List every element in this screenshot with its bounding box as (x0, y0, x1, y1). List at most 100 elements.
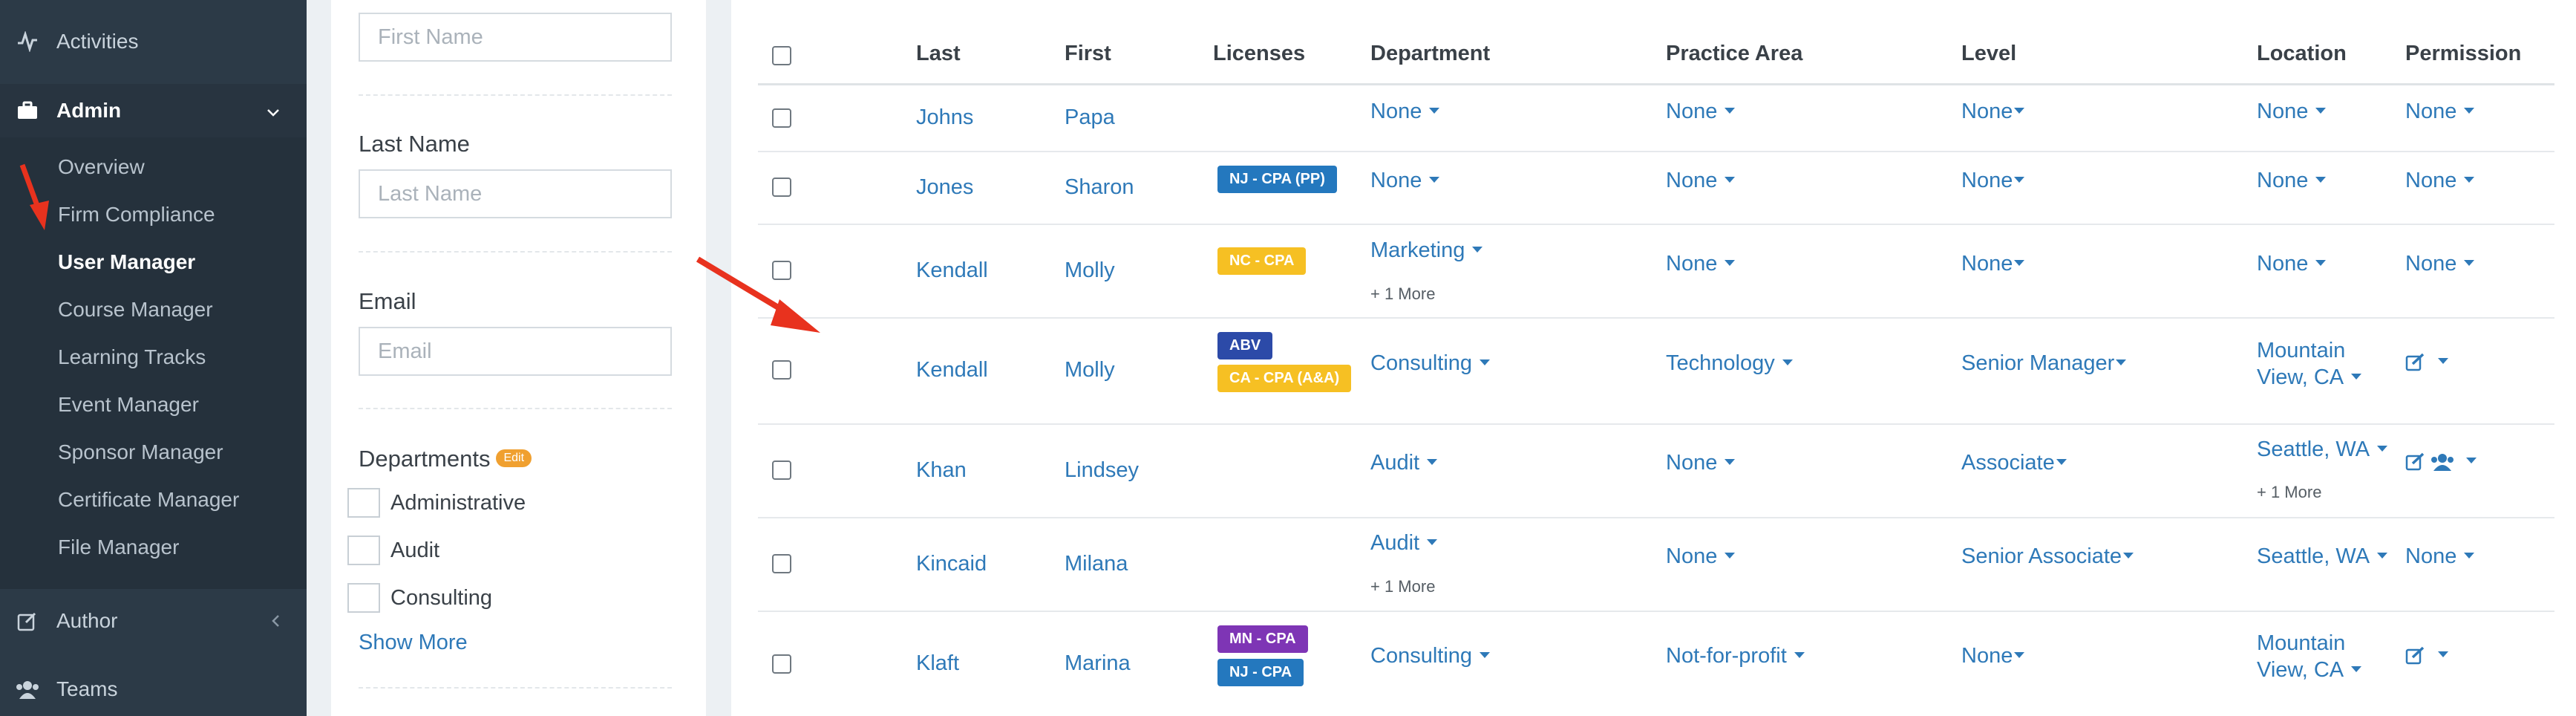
chevron-left-icon[interactable] (271, 609, 280, 633)
practice-area-dropdown[interactable]: None (1666, 252, 1736, 276)
checkbox[interactable] (347, 583, 380, 613)
practice-area-dropdown[interactable]: None (1666, 100, 1736, 124)
department-dropdown[interactable]: Marketing (1370, 238, 1483, 263)
practice-area-value: None (1666, 544, 1718, 568)
location-dropdown[interactable]: None (2257, 100, 2327, 124)
sidebar-item-firm-compliance[interactable]: Firm Compliance (0, 191, 307, 238)
column-header-level[interactable]: Level (1961, 42, 2016, 66)
level-dropdown[interactable]: Associate (1961, 451, 2067, 475)
checkbox[interactable] (347, 488, 380, 518)
practice-area-value: None (1666, 252, 1718, 276)
last-name-cell[interactable]: Khan (916, 458, 967, 483)
sidebar-item-file-manager[interactable]: File Manager (0, 524, 307, 571)
divider (359, 94, 672, 96)
location-dropdown[interactable]: Seattle, WA (2257, 437, 2388, 462)
column-header-location[interactable]: Location (2257, 42, 2347, 66)
sidebar-item-event-manager[interactable]: Event Manager (0, 381, 307, 429)
show-more-link[interactable]: Show More (359, 631, 468, 655)
column-header-licenses[interactable]: Licenses (1213, 42, 1305, 66)
location-dropdown[interactable]: None (2257, 169, 2327, 193)
level-dropdown[interactable]: Senior Associate (1961, 544, 2134, 569)
practice-area-dropdown[interactable]: Not-for-profit (1666, 644, 1805, 668)
level-dropdown[interactable]: None (1961, 644, 2025, 668)
column-header-first[interactable]: First (1065, 42, 1111, 66)
permission-dropdown[interactable] (2405, 353, 2448, 372)
permission-dropdown[interactable] (2405, 452, 2477, 472)
department-more-link[interactable]: + 1 More (1370, 284, 1435, 304)
location-more-link[interactable]: + 1 More (2257, 483, 2321, 502)
level-value: None (1961, 644, 2013, 668)
level-dropdown[interactable]: None (1961, 169, 2025, 193)
first-name-cell[interactable]: Sharon (1065, 175, 1134, 200)
department-checkbox-administrative[interactable]: Administrative (347, 488, 526, 518)
last-name-cell[interactable]: Kendall (916, 358, 988, 383)
sidebar-item-learning-tracks[interactable]: Learning Tracks (0, 333, 307, 381)
sidebar-item-certificate-manager[interactable]: Certificate Manager (0, 476, 307, 524)
column-header-last[interactable]: Last (916, 42, 961, 66)
row-checkbox[interactable] (772, 554, 791, 573)
level-dropdown[interactable]: Senior Manager (1961, 351, 2127, 376)
practice-area-dropdown[interactable]: None (1666, 451, 1736, 475)
sidebar-item-sponsor-manager[interactable]: Sponsor Manager (0, 429, 307, 476)
sidebar-item-user-manager[interactable]: User Manager (0, 238, 307, 286)
location-dropdown[interactable]: Seattle, WA (2257, 544, 2388, 569)
practice-area-dropdown[interactable]: Technology (1666, 351, 1793, 376)
row-checkbox[interactable] (772, 108, 791, 128)
row-checkbox[interactable] (772, 460, 791, 480)
first-name-cell[interactable]: Milana (1065, 552, 1128, 576)
permission-dropdown[interactable]: None (2405, 100, 2475, 124)
permission-dropdown[interactable]: None (2405, 252, 2475, 276)
sidebar-item-admin[interactable]: Admin (0, 84, 307, 137)
department-dropdown[interactable]: Consulting (1370, 644, 1491, 668)
first-name-field[interactable] (359, 13, 672, 62)
caret-down-icon (2351, 374, 2362, 380)
level-dropdown[interactable]: None (1961, 252, 2025, 276)
department-dropdown[interactable]: None (1370, 169, 1440, 193)
chevron-down-icon[interactable] (267, 99, 280, 123)
permission-dropdown[interactable]: None (2405, 169, 2475, 193)
last-name-cell[interactable]: Kincaid (916, 552, 987, 576)
location-dropdown[interactable]: None (2257, 252, 2327, 276)
caret-down-icon (2123, 553, 2134, 559)
sidebar-item-overview[interactable]: Overview (0, 143, 307, 191)
practice-area-dropdown[interactable]: None (1666, 169, 1736, 193)
practice-area-dropdown[interactable]: None (1666, 544, 1736, 569)
column-header-permission[interactable]: Permission (2405, 42, 2521, 66)
row-checkbox[interactable] (772, 654, 791, 674)
permission-dropdown[interactable] (2405, 646, 2448, 665)
row-checkbox[interactable] (772, 261, 791, 280)
sidebar-item-course-manager[interactable]: Course Manager (0, 286, 307, 333)
first-name-cell[interactable]: Papa (1065, 105, 1115, 130)
last-name-cell[interactable]: Klaft (916, 651, 959, 676)
first-name-cell[interactable]: Molly (1065, 258, 1115, 283)
email-field[interactable] (359, 327, 672, 376)
sidebar-item-activities[interactable]: Activities (0, 15, 307, 68)
first-name-cell[interactable]: Lindsey (1065, 458, 1139, 483)
checkbox[interactable] (347, 536, 380, 565)
column-header-practice-area[interactable]: Practice Area (1666, 42, 1802, 66)
first-name-cell[interactable]: Marina (1065, 651, 1131, 676)
department-dropdown[interactable]: Audit (1370, 451, 1438, 475)
last-name-cell[interactable]: Johns (916, 105, 973, 130)
row-checkbox[interactable] (772, 360, 791, 380)
last-name-field[interactable] (359, 169, 672, 218)
select-all-checkbox[interactable] (772, 46, 791, 65)
sidebar-item-author[interactable]: Author (0, 594, 307, 648)
department-dropdown[interactable]: Audit (1370, 531, 1438, 556)
column-header-department[interactable]: Department (1370, 42, 1490, 66)
department-checkbox-consulting[interactable]: Consulting (347, 583, 492, 613)
department-checkbox-audit[interactable]: Audit (347, 536, 439, 565)
last-name-cell[interactable]: Jones (916, 175, 973, 200)
edit-badge[interactable]: Edit (496, 449, 532, 467)
first-name-cell[interactable]: Molly (1065, 358, 1115, 383)
level-dropdown[interactable]: None (1961, 100, 2025, 124)
location-dropdown[interactable]: Mountain View, CA (2257, 630, 2362, 683)
permission-dropdown[interactable]: None (2405, 544, 2475, 569)
last-name-cell[interactable]: Kendall (916, 258, 988, 283)
department-more-link[interactable]: + 1 More (1370, 577, 1435, 596)
row-checkbox[interactable] (772, 178, 791, 197)
department-dropdown[interactable]: None (1370, 100, 1440, 124)
sidebar-item-teams[interactable]: Teams (0, 663, 307, 716)
location-dropdown[interactable]: Mountain View, CA (2257, 337, 2362, 391)
department-dropdown[interactable]: Consulting (1370, 351, 1491, 376)
